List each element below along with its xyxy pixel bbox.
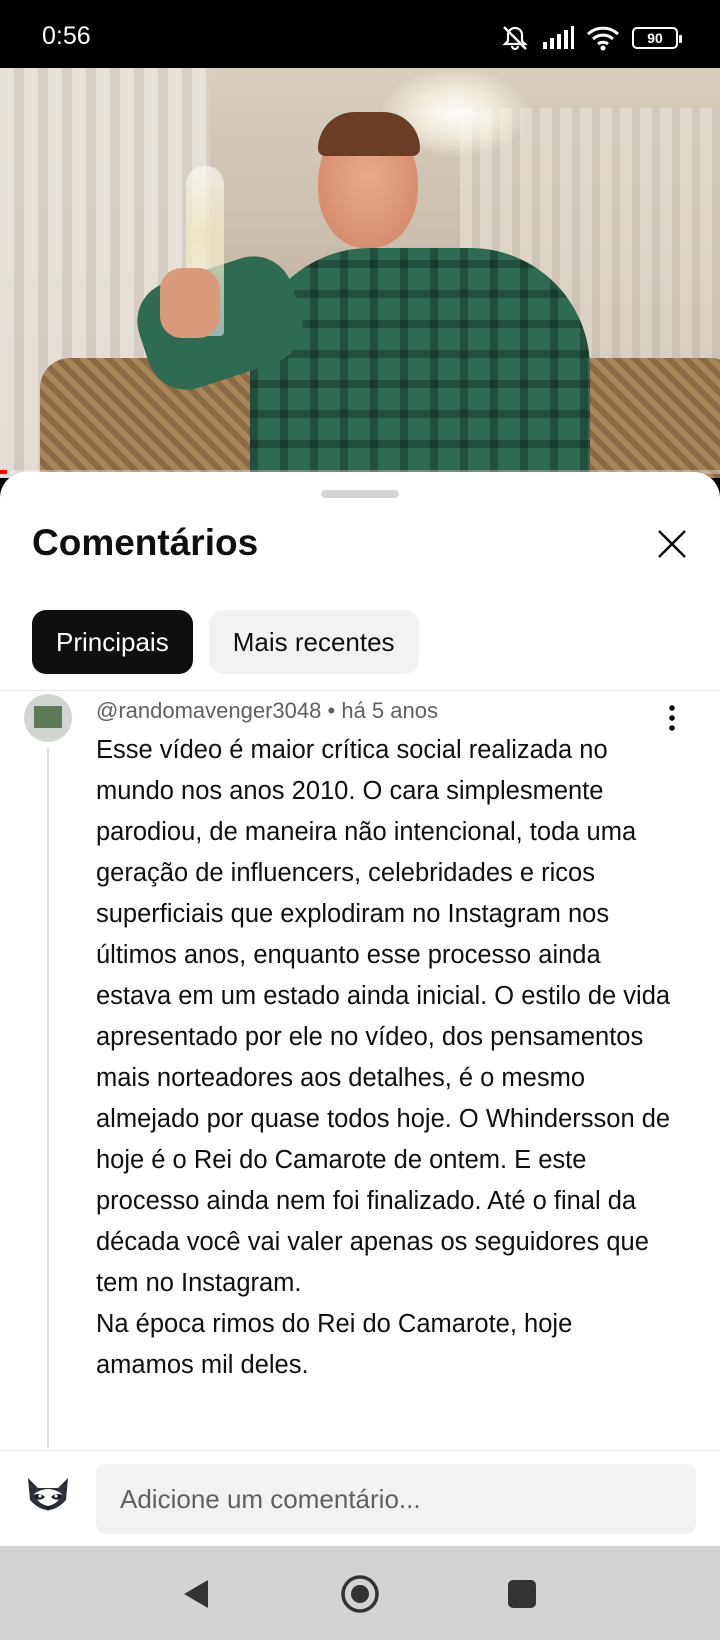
close-button[interactable] [652, 524, 692, 564]
comment-text: Esse vídeo é maior crítica social realiz… [96, 736, 671, 1379]
close-icon [658, 530, 686, 558]
home-button[interactable] [340, 1574, 380, 1614]
comment-meta: @randomavenger3048 • há 5 anos [96, 698, 438, 724]
comment-author[interactable]: @randomavenger3048 [96, 698, 321, 723]
meta-separator: • [327, 698, 336, 723]
comments-title: Comentários [32, 522, 259, 563]
status-icons: 90 [500, 24, 682, 52]
system-nav-bar [0, 1546, 720, 1640]
add-comment-input[interactable]: Adicione um comentário... [96, 1464, 696, 1534]
comment-time: há 5 anos [341, 698, 438, 723]
home-circle-icon [341, 1575, 379, 1613]
battery-level: 90 [647, 30, 663, 46]
status-bar: 0:56 90 [0, 0, 720, 68]
drag-handle[interactable] [321, 490, 399, 498]
divider [0, 690, 720, 691]
thread-line [47, 748, 49, 1448]
avatar-image [34, 706, 62, 728]
comments-sheet: Comentários Principais Mais recentes @ra… [0, 472, 720, 1546]
recents-square-icon [508, 1580, 536, 1608]
status-time: 0:56 [42, 22, 91, 50]
mute-icon [502, 26, 528, 51]
chip-mais-recentes[interactable]: Mais recentes [208, 610, 419, 674]
user-avatar [22, 1470, 74, 1522]
video-person-hair [318, 112, 420, 156]
recents-button[interactable] [502, 1574, 542, 1614]
battery-icon: 90 [632, 27, 682, 49]
sort-chips: Principais Mais recentes [32, 610, 419, 674]
video-person-hand [160, 268, 220, 338]
comment-item: @randomavenger3048 • há 5 anos Esse víde… [0, 692, 720, 1448]
video-progress-fill [0, 470, 8, 474]
raccoon-avatar-icon [28, 1478, 68, 1511]
commenter-avatar[interactable] [24, 694, 72, 742]
wifi-icon [586, 26, 620, 51]
chip-principais[interactable]: Principais [32, 610, 193, 674]
back-button[interactable] [176, 1574, 216, 1614]
signal-icon [543, 26, 574, 49]
back-triangle-icon [184, 1580, 208, 1608]
divider-bottom [0, 1450, 720, 1451]
video-player[interactable] [0, 68, 720, 478]
video-person-body [250, 248, 590, 478]
